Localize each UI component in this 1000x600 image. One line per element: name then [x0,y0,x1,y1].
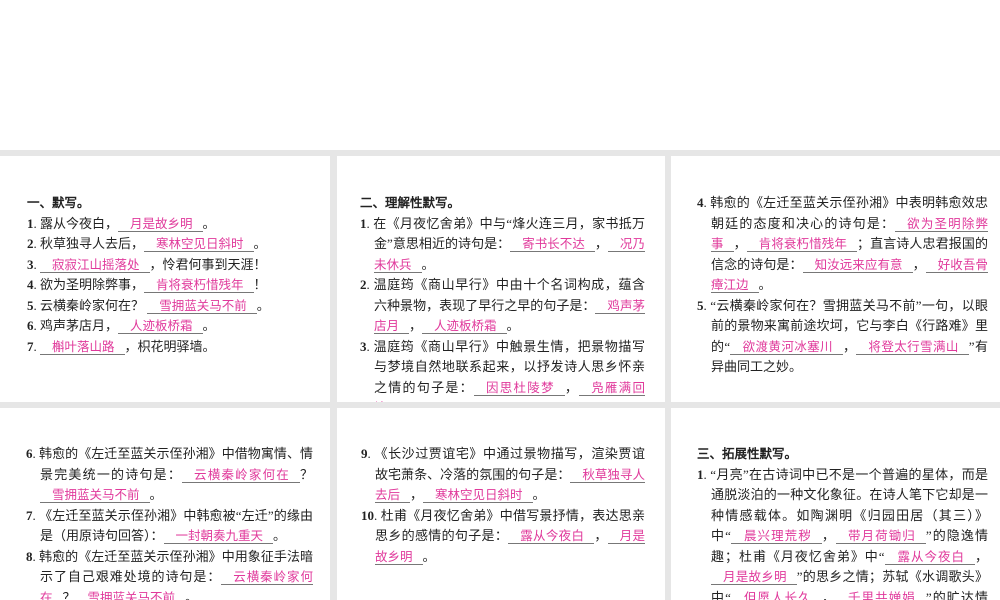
panel-comprehension-4: 9. 《长沙过贾谊宅》中通过景物描写，渲染贾谊故宅萧条、冷落的氛围的句子是： 秋草… [337,408,665,600]
question-text: . 鸡声茅店月， [33,318,119,333]
question-text: ， [842,338,857,354]
question-number: 10 [361,507,374,523]
question-text: ， [821,589,836,600]
section-heading: 三、拓展性默写。 [697,447,798,461]
question-item: 9. 《长沙过贾谊宅》中通过景物描写，渲染贾谊故宅萧条、冷落的氛围的句子是： 秋草… [361,444,645,506]
panel-comprehension-3: 6. 韩愈的《左迁至蓝关示侄孙湘》中借物寓情、情景完美统一的诗句是： 云横秦岭家何… [0,408,330,600]
question-item: 1. 在《月夜忆舍弟》中与“烽火连三月，家书抵万金”意思相近的诗句是： 寄书长不达… [360,214,645,276]
answer-blank[interactable]: 寒林空见日斜时 [423,488,533,503]
question-text: 。 [758,277,772,292]
question-item: 8. 韩愈的《左迁至蓝关示侄孙湘》中用象征手法暗示了自己艰难处境的诗句是： 云横秦… [26,547,313,600]
question-item: 4. 欲为圣明除弊事， 肯将衰朽惜残年！ [27,275,306,296]
answer-blank[interactable]: 欲渡黄河冰塞川 [730,339,843,355]
question-text: 。 [256,297,270,313]
answer-blank[interactable]: 云横秦岭家何在 [182,467,300,483]
answer-blank[interactable]: 肯将衰朽惜残年 [144,278,254,293]
answer-blank[interactable]: 露从今夜白 [508,529,595,544]
question-text: ，枳花明驿墙。 [124,338,216,354]
answer-blank[interactable]: 雪拥蓝关马不前 [147,298,257,314]
answer-blank[interactable]: 人迹板桥霜 [422,319,507,334]
question-text: 。 [397,400,410,402]
question-text: ， [564,379,580,395]
answer-blank[interactable]: 晨兴理荒秽 [730,529,822,544]
section-heading: 一、默写。 [27,196,90,210]
answer-blank[interactable]: 将登太行雪满山 [856,339,969,355]
panel-dictation: 一、默写。 1. 露从今夜白， 月是故乡明。 2. 秋草独寻人去后， 寒林空见日斜时。 3… [0,156,330,402]
question-text: 。 [421,256,435,272]
question-text: ？ [299,466,313,482]
question-item: 1. 露从今夜白， 月是故乡明。 [27,214,306,235]
question-text: 。 [185,589,199,600]
answer-blank[interactable]: 露从今夜白 [884,549,975,565]
question-text: . 云横秦岭家何在？ [33,297,148,313]
section-heading: 二、理解性默写。 [360,196,461,210]
answer-blank[interactable]: 雪拥蓝关马不前 [75,590,186,600]
answer-blank[interactable]: 知汝远来应有意 [802,257,913,273]
answer-blank[interactable]: 因思杜陵梦 [473,380,565,396]
question-text: ， [409,318,423,333]
question-text: 。 [273,528,287,543]
question-text: ？ [62,589,76,600]
question-item: 6. 鸡声茅店月， 人迹板桥霜。 [27,316,306,337]
answer-blank[interactable]: 千里共婵娟 [835,590,926,600]
question-text: ， [594,236,608,251]
question-text: 。 [532,487,546,502]
question-item: 4. 韩愈的《左迁至蓝关示侄孙湘》中表明韩愈效忠朝廷的态度和决心的诗句是： 欲为圣… [697,193,988,296]
question-item: 5. “云横秦岭家何在？雪拥蓝关马不前”一句，以眼前的景物来寓前途坎坷，它与李白… [697,296,988,378]
answer-blank[interactable]: 寂寂江山摇落处 [40,257,150,273]
question-text: ， [974,548,988,564]
question-item: 7. 《左迁至蓝关示侄孙湘》中韩愈被“左迁”的缘由是（用原诗句回答）： 一封朝奏九… [26,506,313,547]
question-item: 5. 云横秦岭家何在？ 雪拥蓝关马不前。 [27,296,306,317]
question-text: ， [594,528,608,543]
answer-blank[interactable]: 人迹板桥霜 [118,319,203,334]
answer-blank[interactable]: 雪拥蓝关马不前 [40,488,150,503]
answer-blank[interactable]: 寒林空见日斜时 [144,237,254,252]
question-item: 1. “月亮”在古诗词中已不是一个普遍的星体，而是通脱淡泊的一种文化象征。在诗人… [697,465,988,600]
question-text: ， [410,487,424,502]
answer-blank[interactable]: 肯将衰朽惜残年 [746,237,857,252]
question-text: 。 [422,548,436,564]
answer-blank[interactable]: 月是故乡明 [118,216,203,232]
question-text: 。 [149,487,163,502]
question-text: 。 [202,215,216,231]
answer-blank[interactable]: 但愿人长久 [730,590,822,600]
answer-blank[interactable]: 带月荷锄归 [835,529,926,544]
question-text: ， [733,236,747,251]
question-text: . 秋草独寻人去后， [33,236,145,251]
answer-blank[interactable]: 寄书长不达 [510,237,595,252]
question-text: ！ [253,277,267,292]
panel-extended: 三、拓展性默写。 1. “月亮”在古诗词中已不是一个普遍的星体，而是通脱淡泊的一种… [671,408,1000,600]
panel-comprehension-2: 4. 韩愈的《左迁至蓝关示侄孙湘》中表明韩愈效忠朝廷的态度和决心的诗句是： 欲为圣… [671,156,1000,402]
answer-blank[interactable]: 月是故乡明 [711,570,797,585]
question-text: ， [821,528,836,543]
question-item: 2. 温庭筠《商山早行》中由十个名词构成，蕴含六种景物，表现了早行之早的句子是：… [360,275,645,337]
question-item: 2. 秋草独寻人去后， 寒林空见日斜时。 [27,234,306,255]
question-text: . 欲为圣明除弊事， [33,277,145,292]
question-item: 7. 槲叶落山路 ，枳花明驿墙。 [27,337,306,358]
question-item: 3. 寂寂江山摇落处 ，怜君何事到天涯！ [27,255,306,276]
question-text: ，怜君何事到天涯！ [149,256,267,272]
top-blank-area [0,0,1000,150]
question-item: 10. 杜甫《月夜忆舍弟》中借写景抒情，表达思亲思乡的感情的句子是： 露从今夜白，… [361,506,645,568]
panel-comprehension-1: 二、理解性默写。 1. 在《月夜忆舍弟》中与“烽火连三月，家书抵万金”意思相近的诗… [337,156,665,402]
question-item: 6. 韩愈的《左迁至蓝关示侄孙湘》中借物寓情、情景完美统一的诗句是： 云横秦岭家何… [26,444,313,506]
answer-blank[interactable]: 槲叶落山路 [40,339,125,355]
question-text: 。 [506,318,520,333]
question-item: 3. 温庭筠《商山早行》中触景生情，把景物描写与梦境自然地联系起来，以抒发诗人思… [360,337,645,402]
question-text: . 露从今夜白， [33,215,119,231]
question-text: ， [912,256,926,272]
answer-blank[interactable]: 一封朝奏九重天 [163,529,274,544]
question-text: 。 [202,318,216,333]
question-text: 。 [253,236,267,251]
